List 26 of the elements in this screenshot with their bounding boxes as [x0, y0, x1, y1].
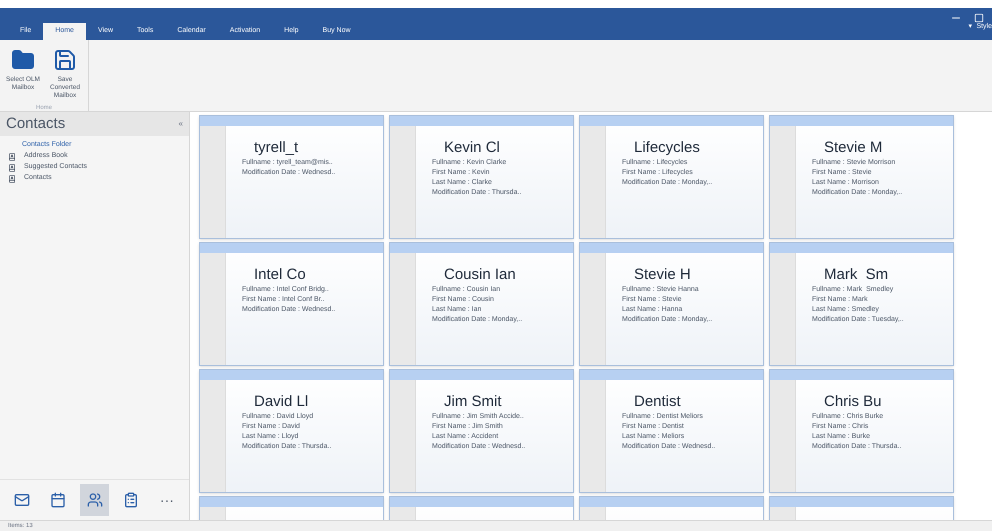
contact-name: David Ll [253, 392, 310, 412]
clipboard-icon [122, 492, 139, 508]
sidebar-title: Contacts [6, 114, 66, 134]
collapse-button[interactable]: « [178, 118, 183, 130]
contact-name: Mark Sm [823, 265, 890, 285]
contact-name: Jim Smit [443, 392, 502, 412]
maximize-icon[interactable] [974, 13, 984, 23]
people-icon [86, 492, 102, 508]
mail-icon [14, 492, 30, 508]
contact-name: Kevin Cl [443, 138, 501, 158]
contact-name: tyrell_t [253, 138, 300, 158]
contact-name: Cousin Ian [443, 265, 517, 285]
contacts-book-icon [8, 164, 16, 172]
folder-icon [11, 48, 35, 72]
contacts-book-icon [8, 152, 16, 160]
save-icon [53, 48, 77, 72]
contacts-book-icon [8, 174, 16, 182]
people-nav-button[interactable] [80, 484, 109, 516]
contact-name: Intel Co [253, 265, 307, 285]
contact-name: Chris Bu [823, 392, 883, 412]
contact-name: Stevie H [633, 265, 692, 285]
contact-name: Stevie M [823, 138, 884, 158]
calendar-icon [50, 492, 66, 508]
more-button[interactable]: ··· [152, 484, 182, 516]
contact-name: Lifecycles [633, 138, 701, 158]
contact-name: Dentist [633, 392, 682, 412]
